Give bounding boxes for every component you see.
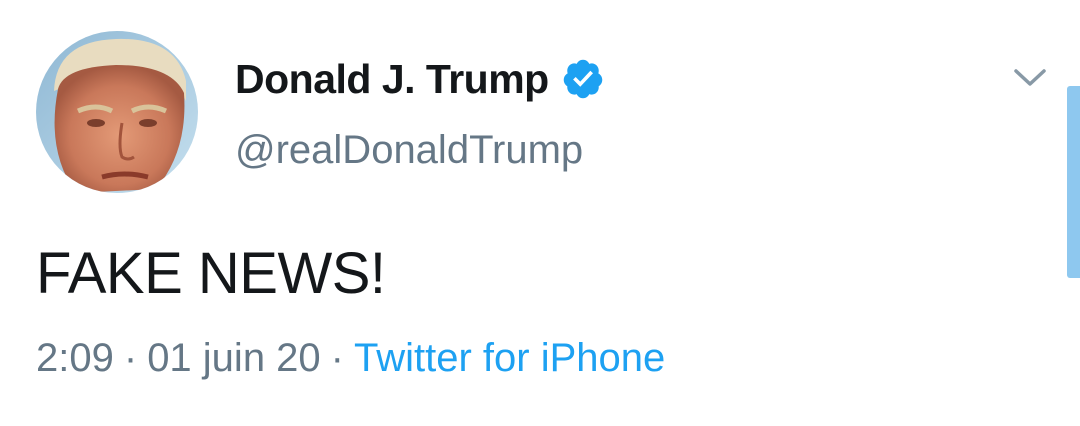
tweet-text: FAKE NEWS!	[36, 241, 386, 306]
meta-separator: ·	[123, 336, 138, 380]
avatar-photo-icon	[36, 31, 198, 193]
tweet-meta: 2:09 · 01 juin 20 · Twitter for iPhone	[36, 336, 665, 381]
meta-separator: ·	[330, 336, 344, 380]
tweet-date[interactable]: 01 juin 20	[147, 336, 320, 381]
author-handle[interactable]: @realDonaldTrump	[235, 128, 583, 173]
scrollbar-thumb[interactable]	[1067, 86, 1080, 278]
tweet-time: 2:09	[36, 336, 114, 380]
tweet-card: Donald J. Trump @realDonaldTrump FAKE NE…	[0, 0, 1080, 426]
tweet-source-link[interactable]: Twitter for iPhone	[354, 336, 665, 381]
verified-badge-icon	[561, 57, 605, 101]
profile-avatar[interactable]	[36, 31, 198, 193]
author-display-name[interactable]: Donald J. Trump	[235, 56, 549, 103]
chevron-down-icon[interactable]	[1010, 62, 1050, 92]
author-name-row[interactable]: Donald J. Trump	[235, 54, 605, 104]
